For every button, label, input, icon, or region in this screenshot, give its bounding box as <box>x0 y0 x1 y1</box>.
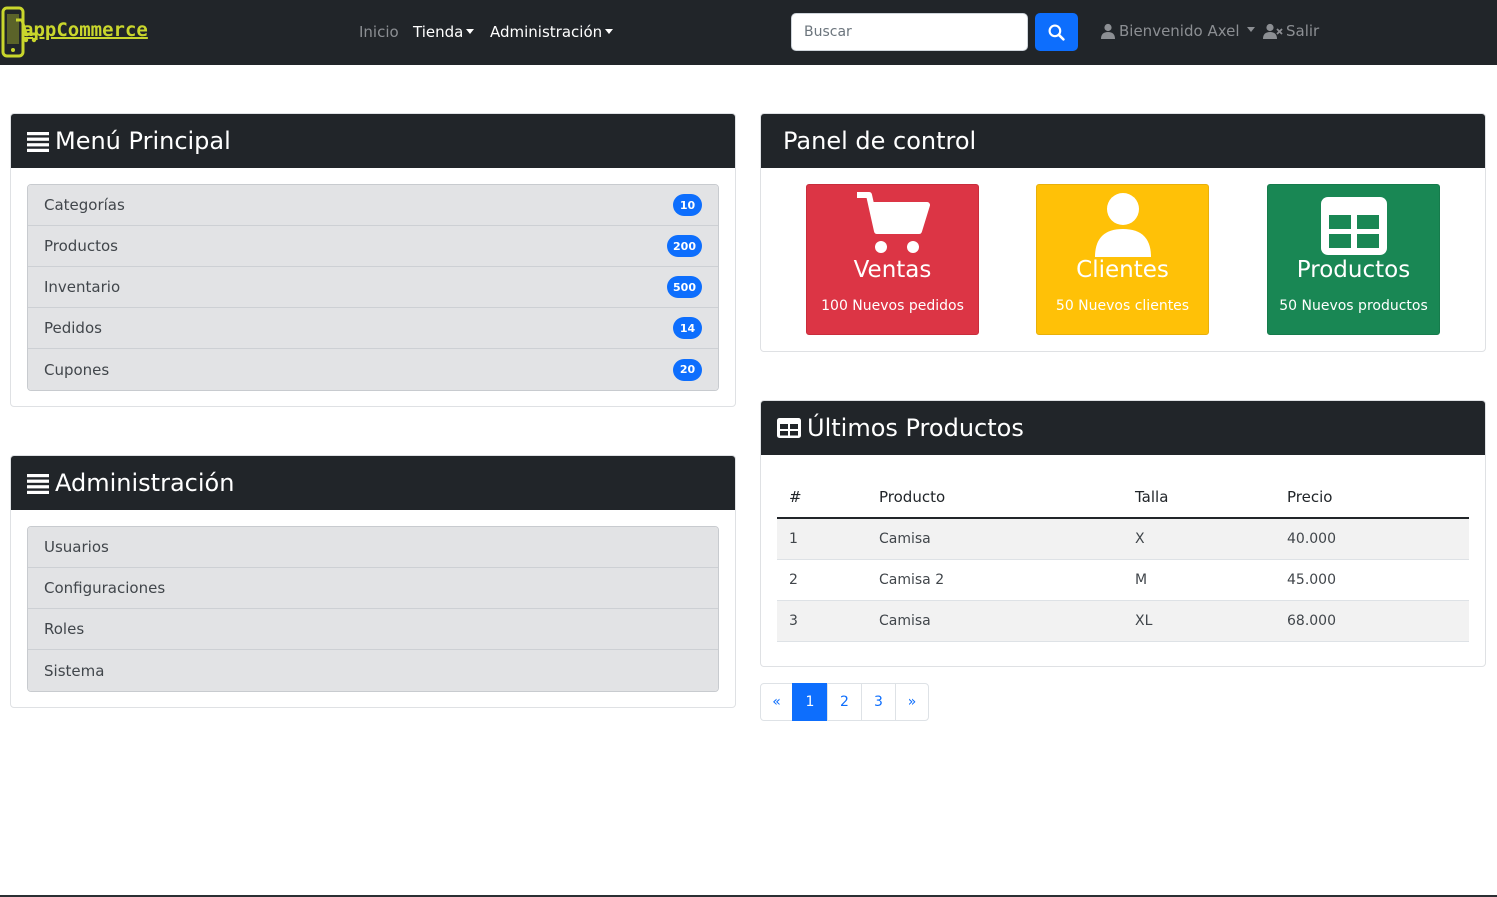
user-icon <box>1101 23 1115 39</box>
table-cell: 3 <box>777 600 867 642</box>
count-badge: 20 <box>673 358 702 381</box>
tile-subtitle: 50 Nuevos productos <box>1279 298 1428 314</box>
logout-link[interactable]: Salir <box>1263 22 1319 40</box>
menu-item-cupones[interactable]: Cupones 20 <box>28 349 718 390</box>
table-icon <box>1320 197 1387 255</box>
table-cell: 1 <box>777 518 867 560</box>
table-header-row: # Producto Talla Precio <box>777 477 1469 519</box>
menu-item-pedidos[interactable]: Pedidos 14 <box>28 308 718 349</box>
nav-tienda-dropdown[interactable]: Tienda <box>413 22 475 42</box>
tile-title: Clientes <box>1076 257 1169 283</box>
count-badge: 10 <box>673 194 702 216</box>
panel-control-header: Panel de control <box>761 114 1485 168</box>
table-cell: XL <box>1123 600 1275 642</box>
list-item-label: Productos <box>44 237 118 255</box>
brand-logo[interactable]: appCommerce <box>0 6 180 58</box>
list-item-label: Roles <box>44 620 85 638</box>
menu-item-productos[interactable]: Productos 200 <box>28 226 718 267</box>
list-item-label: Configuraciones <box>44 579 166 597</box>
shopping-cart-icon <box>856 192 930 253</box>
tile-clientes[interactable]: Clientes 50 Nuevos clientes <box>1036 184 1209 335</box>
administracion-header: Administración <box>11 456 735 510</box>
user-menu-dropdown[interactable]: Bienvenido Axel <box>1101 22 1255 40</box>
caret-down-icon <box>466 28 475 34</box>
user-remove-icon <box>1263 23 1283 39</box>
count-badge: 200 <box>667 235 702 257</box>
tile-ventas[interactable]: Ventas 100 Nuevos pedidos <box>806 184 979 335</box>
admin-item-roles[interactable]: Roles <box>28 609 718 650</box>
table-cell: 2 <box>777 559 867 601</box>
menu-principal-title: Menú Principal <box>55 127 231 155</box>
admin-item-usuarios[interactable]: Usuarios <box>28 527 718 568</box>
table-cell: X <box>1123 518 1275 560</box>
productos-table: # Producto Talla Precio 1 Camisa X 40.00… <box>777 477 1469 642</box>
column-header: Producto <box>867 477 1123 519</box>
user-icon <box>1094 193 1151 257</box>
tile-title: Ventas <box>853 257 932 283</box>
list-item-label: Cupones <box>44 360 110 379</box>
column-header: Talla <box>1123 477 1275 519</box>
list-icon <box>27 132 49 152</box>
table-cell: 68.000 <box>1275 600 1469 642</box>
table-cell: Camisa 2 <box>867 559 1123 601</box>
tile-productos[interactable]: Productos 50 Nuevos productos <box>1267 184 1440 335</box>
panel-control-card: Panel de control Ventas 100 Nuevos pedid… <box>760 113 1486 352</box>
tile-subtitle: 50 Nuevos clientes <box>1055 298 1190 314</box>
ultimos-productos-card: Últimos Productos # Producto Talla Preci… <box>760 400 1486 667</box>
ultimos-productos-header: Últimos Productos <box>761 401 1485 455</box>
administracion-list: Usuarios Configuraciones Roles Sistema <box>27 526 719 692</box>
list-item-label: Categorías <box>44 196 125 214</box>
table-cell: Camisa <box>867 518 1123 560</box>
administracion-title: Administración <box>55 469 235 497</box>
table-cell: 45.000 <box>1275 559 1469 601</box>
count-badge: 500 <box>667 276 702 298</box>
list-item-label: Pedidos <box>44 319 102 337</box>
tile-subtitle: 100 Nuevos pedidos <box>821 298 964 314</box>
tile-title: Productos <box>1296 257 1411 283</box>
count-badge: 14 <box>673 317 702 339</box>
admin-item-sistema[interactable]: Sistema <box>28 650 718 691</box>
pagination: « 1 2 3 » <box>760 683 929 721</box>
pagination-prev[interactable]: « <box>760 683 793 721</box>
menu-principal-header: Menú Principal <box>11 114 735 168</box>
menu-item-categorias[interactable]: Categorías 10 <box>28 185 718 226</box>
nav-administracion-dropdown[interactable]: Administración <box>490 22 614 42</box>
top-navbar: appCommerce Inicio Tienda Administración… <box>0 0 1497 65</box>
search-icon <box>1048 24 1065 41</box>
table-row: 2 Camisa 2 M 45.000 <box>777 559 1469 601</box>
search-input[interactable] <box>791 13 1028 51</box>
ultimos-productos-title: Últimos Productos <box>807 414 1024 442</box>
nav-administracion-label: Administración <box>490 23 603 41</box>
table-cell: 40.000 <box>1275 518 1469 560</box>
nav-tienda-label: Tienda <box>413 23 464 41</box>
table-icon <box>777 418 801 438</box>
table-row: 3 Camisa XL 68.000 <box>777 600 1469 642</box>
panel-control-title: Panel de control <box>783 127 977 155</box>
table-cell: Camisa <box>867 600 1123 642</box>
column-header: # <box>777 477 867 519</box>
caret-down-icon <box>1246 27 1255 32</box>
pagination-next[interactable]: » <box>895 683 929 721</box>
logout-label: Salir <box>1286 22 1320 40</box>
menu-item-inventario[interactable]: Inventario 500 <box>28 267 718 308</box>
pagination-page-3[interactable]: 3 <box>861 683 896 721</box>
list-item-label: Usuarios <box>44 538 109 556</box>
administracion-card: Administración Usuarios Configuraciones … <box>10 455 736 708</box>
column-header: Precio <box>1275 477 1469 519</box>
user-greeting: Bienvenido Axel <box>1119 22 1240 40</box>
list-item-label: Sistema <box>44 661 105 680</box>
list-item-label: Inventario <box>44 278 121 296</box>
brand-name: appCommerce <box>22 19 148 41</box>
menu-principal-card: Menú Principal Categorías 10 Productos 200… <box>10 113 736 407</box>
admin-item-configuraciones[interactable]: Configuraciones <box>28 568 718 609</box>
search-button[interactable] <box>1035 13 1078 51</box>
menu-principal-list: Categorías 10 Productos 200 Inventario 500 … <box>27 184 719 391</box>
pagination-page-1[interactable]: 1 <box>792 683 828 721</box>
table-cell: M <box>1123 559 1275 601</box>
pagination-page-2[interactable]: 2 <box>827 683 862 721</box>
nav-inicio[interactable]: Inicio <box>359 22 399 42</box>
caret-down-icon <box>605 28 614 34</box>
table-row: 1 Camisa X 40.000 <box>777 518 1469 560</box>
list-icon <box>27 474 49 494</box>
